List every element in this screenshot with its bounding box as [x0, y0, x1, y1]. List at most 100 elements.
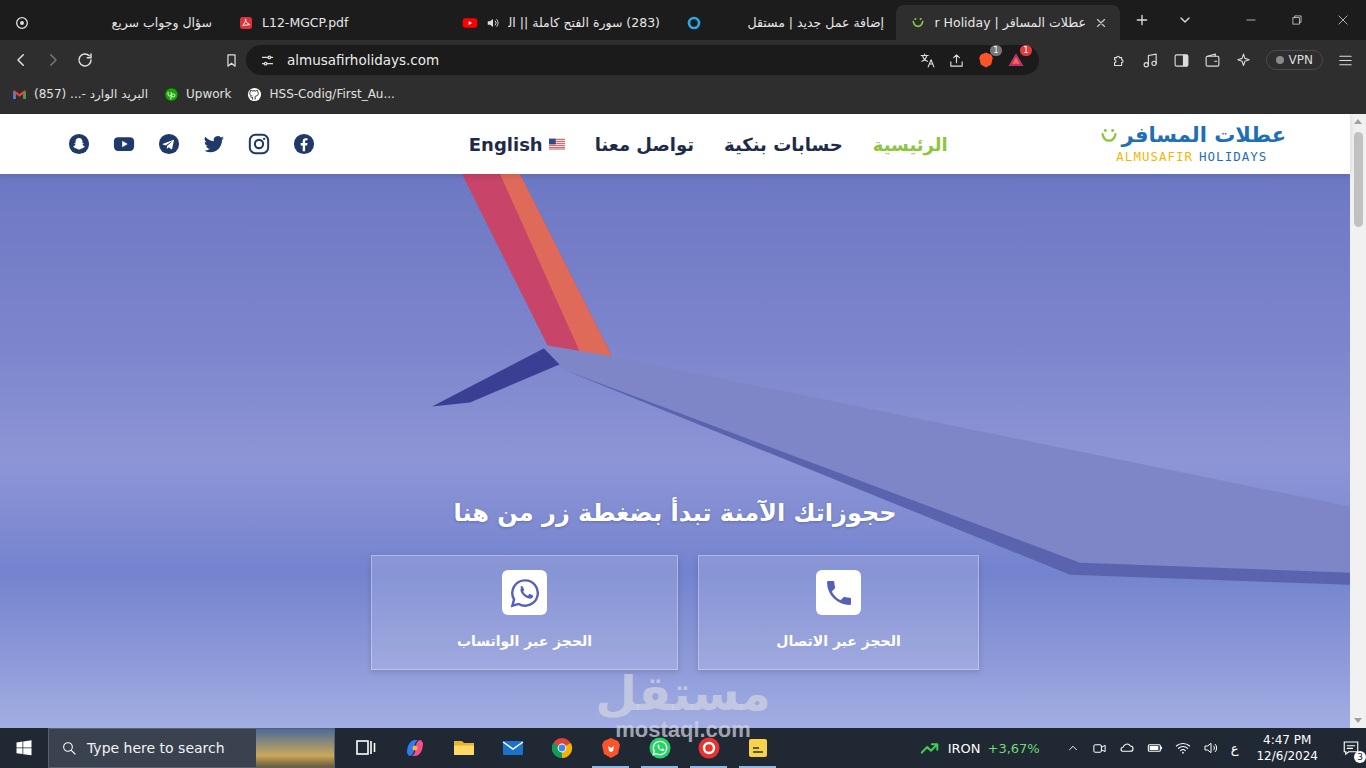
- taskbar-app[interactable]: [684, 728, 733, 768]
- language-switch[interactable]: English: [469, 134, 565, 155]
- vpn-button[interactable]: VPN: [1266, 50, 1323, 70]
- facebook-icon[interactable]: [293, 133, 315, 155]
- leo-sparkle-icon[interactable]: [1235, 52, 1252, 69]
- brave-rewards-button[interactable]: 1: [1007, 51, 1025, 69]
- taskbar-search[interactable]: Type here to search: [48, 728, 335, 768]
- twitter-icon[interactable]: [203, 133, 225, 155]
- tab-list-button[interactable]: [1177, 12, 1193, 28]
- bookmark-label[interactable]: HSS-Codig/First_Au...: [269, 87, 394, 101]
- close-icon[interactable]: [1094, 16, 1108, 30]
- call-booking-button[interactable]: الحجز عبر الاتصال: [698, 555, 979, 670]
- scroll-up-arrow[interactable]: [1354, 119, 1362, 124]
- battery-icon[interactable]: [1147, 740, 1163, 756]
- button-label[interactable]: الحجز عبر الاتصال: [776, 633, 900, 649]
- instagram-icon[interactable]: [248, 133, 270, 155]
- social-links: [68, 133, 315, 155]
- clock-time[interactable]: 4:47 PM: [1263, 732, 1311, 748]
- running-indicator: [396, 766, 433, 768]
- tab-title[interactable]: L12-MGCP.pdf: [262, 15, 436, 30]
- brave-shields-button[interactable]: 1: [977, 51, 995, 69]
- taskbar-app[interactable]: [439, 728, 488, 768]
- bookmark-icon[interactable]: [223, 52, 240, 69]
- chevron-down-icon[interactable]: [1177, 12, 1193, 28]
- bookmark-label[interactable]: البريد الوارد -... (857): [34, 87, 148, 101]
- clock[interactable]: 4:47 PM12/6/2024: [1250, 732, 1324, 764]
- minimize-icon[interactable]: [1244, 13, 1258, 27]
- taskbar-apps: [341, 728, 782, 768]
- taskbar-app[interactable]: [537, 728, 586, 768]
- stock-name[interactable]: IRON: [948, 741, 981, 756]
- site-logo[interactable]: عطلات المسافر ALMUSAFIR HOLIDAYS: [1098, 124, 1286, 164]
- vpn-label[interactable]: VPN: [1289, 53, 1313, 67]
- forward-icon[interactable]: [44, 51, 62, 69]
- wallet-icon[interactable]: [1204, 52, 1221, 69]
- address-bar[interactable]: almusafirholidays.com 11: [246, 45, 1039, 75]
- youtube-icon[interactable]: [113, 133, 135, 155]
- input-language[interactable]: ع: [1231, 741, 1239, 756]
- telegram-icon[interactable]: [158, 133, 180, 155]
- stock-widget[interactable]: IRON +3,67%: [919, 737, 1040, 759]
- tab-title[interactable]: (283) سورة الفتح كاملة || الدكتو: [508, 15, 660, 30]
- scroll-down-arrow[interactable]: [1354, 718, 1362, 723]
- stock-change[interactable]: +3,67%: [988, 741, 1040, 756]
- plus-icon[interactable]: [1134, 12, 1150, 28]
- close-window-icon[interactable]: [1336, 13, 1350, 27]
- browser-tab[interactable]: سؤال وجواب سريع: [0, 5, 224, 40]
- logo-arabic[interactable]: عطلات المسافر: [1122, 124, 1286, 147]
- taskbar-app[interactable]: [488, 728, 537, 768]
- menu-item[interactable]: تواصل معنا: [595, 134, 694, 155]
- browser-tab[interactable]: عطلات المسافر | afir Holiday: [896, 5, 1120, 40]
- chevron-up-icon[interactable]: [1066, 741, 1080, 755]
- menu-icon[interactable]: [1337, 52, 1354, 69]
- tab-title[interactable]: إضافة عمل جديد | مستقل: [710, 15, 884, 30]
- bookmark[interactable]: Upwork: [164, 87, 231, 102]
- tab-audio[interactable]: [486, 16, 500, 30]
- bookmark[interactable]: البريد الوارد -... (857): [12, 87, 148, 102]
- extensions-puzzle-icon[interactable]: [1111, 52, 1128, 69]
- taskbar-app[interactable]: [341, 728, 390, 768]
- reload-icon[interactable]: [76, 51, 94, 69]
- whatsapp-booking-button[interactable]: الحجز عبر الواتساب: [371, 555, 678, 670]
- music-icon[interactable]: [1142, 52, 1159, 69]
- bookmark-label[interactable]: Upwork: [186, 87, 231, 101]
- wifi-icon[interactable]: [1175, 740, 1191, 756]
- scroll-thumb[interactable]: [1354, 132, 1363, 227]
- browser-tab[interactable]: L12-MGCP.pdf: [224, 5, 448, 40]
- back-icon[interactable]: [12, 51, 30, 69]
- meet-now-icon[interactable]: [1092, 741, 1107, 756]
- cloud-network-icon[interactable]: [1119, 740, 1135, 756]
- search-placeholder[interactable]: Type here to search: [87, 740, 225, 756]
- restore-icon[interactable]: [1290, 13, 1304, 27]
- notification-center[interactable]: 3: [1342, 739, 1360, 757]
- share-icon[interactable]: [948, 52, 965, 69]
- logo-latin-first[interactable]: ALMUSAFIR: [1116, 149, 1193, 164]
- start-button[interactable]: [0, 728, 48, 768]
- tab-title[interactable]: عطلات المسافر | afir Holiday: [934, 15, 1086, 30]
- snapchat-icon[interactable]: [68, 133, 90, 155]
- logo-latin-second[interactable]: HOLIDAYS: [1199, 149, 1267, 164]
- running-indicator: [347, 766, 384, 768]
- taskbar-app[interactable]: [390, 728, 439, 768]
- us-flag-icon[interactable]: [549, 136, 565, 152]
- browser-tab[interactable]: إضافة عمل جديد | مستقل: [672, 5, 896, 40]
- taskbar-app[interactable]: [635, 728, 684, 768]
- clock-date[interactable]: 12/6/2024: [1256, 748, 1318, 764]
- translate-icon[interactable]: [919, 52, 936, 69]
- bookmark[interactable]: HSS-Codig/First_Au...: [247, 87, 394, 102]
- sidebar-icon[interactable]: [1173, 52, 1190, 69]
- volume-icon[interactable]: [1203, 740, 1219, 756]
- browser-tab[interactable]: (283) سورة الفتح كاملة || الدكتو: [448, 5, 672, 40]
- tab-title[interactable]: سؤال وجواب سريع: [38, 15, 212, 30]
- taskbar-app[interactable]: [586, 728, 635, 768]
- app-icon-holder: [403, 736, 427, 760]
- button-label[interactable]: الحجز عبر الواتساب: [457, 633, 592, 649]
- taskbar-app[interactable]: [733, 728, 782, 768]
- menu-item[interactable]: الرئيسية: [873, 134, 948, 155]
- new-tab-button[interactable]: [1134, 12, 1150, 28]
- language-label[interactable]: English: [469, 134, 543, 155]
- site-settings-icon[interactable]: [260, 53, 275, 68]
- menu-item[interactable]: حسابات بنكية: [724, 134, 843, 155]
- url-text[interactable]: almusafirholidays.com: [287, 52, 907, 68]
- page-scrollbar[interactable]: [1350, 114, 1366, 728]
- screen: سؤال وجواب سريع L12-MGCP.pdf (283) سورة ال…: [0, 0, 1366, 768]
